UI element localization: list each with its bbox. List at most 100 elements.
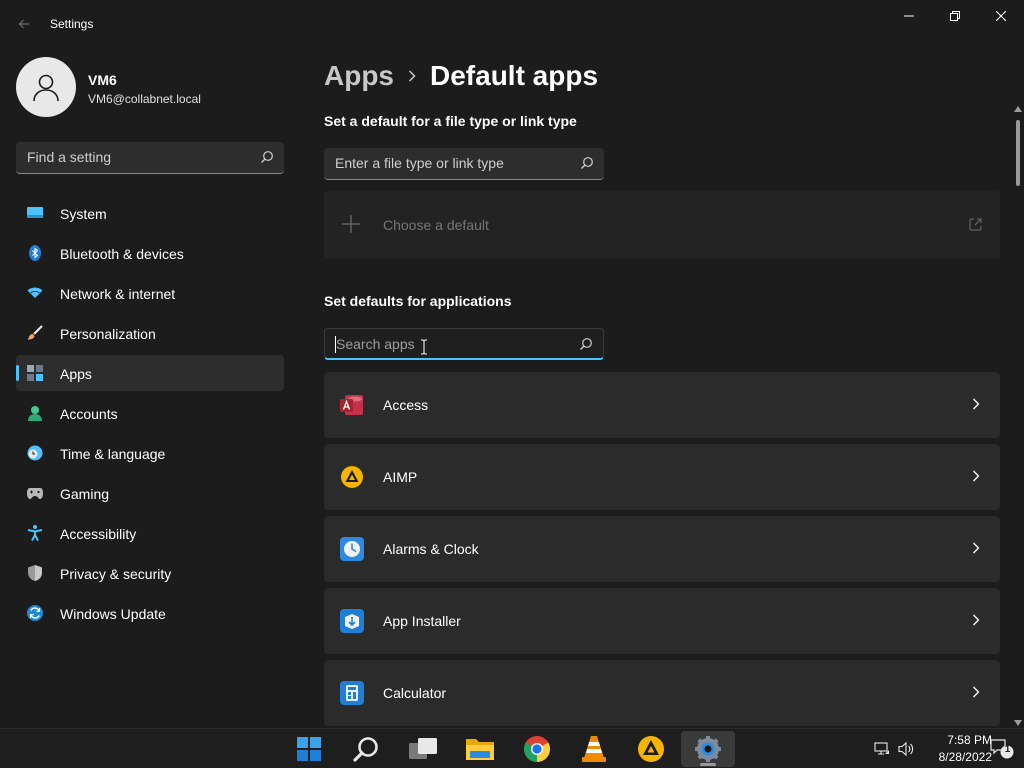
breadcrumb: Apps Default apps (324, 58, 598, 94)
restore-icon (950, 11, 960, 21)
search-icon (581, 157, 593, 169)
taskbar-settings-button[interactable] (681, 731, 735, 767)
app-name: Access (383, 397, 429, 413)
notification-center-button[interactable]: 1 (990, 739, 1014, 759)
filetype-search-box[interactable] (324, 148, 604, 180)
accounts-icon (27, 405, 43, 421)
taskbar-start-button[interactable] (282, 731, 336, 767)
app-name: AIMP (383, 469, 418, 485)
taskbar-search-button[interactable] (339, 731, 393, 767)
sidebar-item-label: Privacy & security (60, 566, 172, 582)
sidebar-item-accounts[interactable]: Accounts (16, 395, 284, 431)
filetype-search-input[interactable] (324, 148, 564, 178)
app-list-item-access[interactable]: Access (324, 372, 1000, 438)
sidebar-item-system[interactable]: System (16, 195, 284, 231)
text-caret (335, 336, 336, 353)
clock-time: 7:58 PM (947, 733, 992, 747)
selection-indicator (16, 365, 19, 381)
apps-search-input[interactable] (325, 329, 565, 359)
chrome-icon (524, 736, 551, 763)
back-arrow-icon (18, 19, 29, 29)
ibeam-cursor-icon (421, 339, 427, 355)
user-icon (33, 74, 59, 102)
sidebar-item-gaming[interactable]: Gaming (16, 475, 284, 511)
page-title: Default apps (430, 60, 599, 91)
network-icon[interactable] (874, 741, 890, 757)
brush-icon (27, 325, 43, 341)
sidebar-item-label: Bluetooth & devices (60, 246, 184, 262)
sidebar-item-label: System (60, 206, 107, 222)
scrollbar-thumb[interactable] (1016, 120, 1020, 186)
notification-count-badge: 1 (1004, 744, 1011, 755)
scroll-up-arrow-icon[interactable] (1014, 106, 1022, 112)
filetype-section-title: Set a default for a file type or link ty… (324, 113, 577, 129)
sidebar-item-personalization[interactable]: Personalization (16, 315, 284, 351)
user-name: VM6 (88, 72, 117, 88)
apps-icon (27, 365, 43, 381)
open-external-icon (969, 218, 982, 231)
app-list-item-alarms-clock[interactable]: Alarms & Clock (324, 516, 1000, 582)
chevron-right-icon (973, 686, 980, 698)
choose-default-label: Choose a default (383, 217, 489, 233)
sidebar-nav: System Bluetooth & devices Network & int… (16, 195, 284, 635)
task-view-icon (409, 738, 437, 759)
sidebar-item-network[interactable]: Network & internet (16, 275, 284, 311)
vlc-icon (582, 736, 606, 762)
app-list-item-calculator[interactable]: Calculator (324, 660, 1000, 726)
window-title: Settings (50, 17, 94, 31)
chevron-right-icon (973, 398, 980, 410)
close-button[interactable] (978, 0, 1024, 32)
breadcrumb-parent-link[interactable]: Apps (324, 60, 394, 92)
app-list-item-aimp[interactable]: AIMP (324, 444, 1000, 510)
sidebar-item-label: Network & internet (60, 286, 176, 302)
taskbar-task-view-button[interactable] (396, 731, 450, 767)
find-setting-box[interactable] (16, 142, 284, 174)
clock-date: 8/28/2022 (938, 750, 992, 764)
sidebar-item-privacy[interactable]: Privacy & security (16, 555, 284, 591)
access-icon (340, 395, 363, 415)
clock-globe-icon (27, 445, 43, 461)
sidebar-item-label: Accessibility (60, 526, 137, 542)
minimize-button[interactable] (886, 0, 932, 32)
taskbar-vlc-button[interactable] (567, 731, 621, 767)
aimp-icon (341, 466, 363, 488)
sidebar-item-bluetooth[interactable]: Bluetooth & devices (16, 235, 284, 271)
search-icon (261, 151, 273, 163)
alarms-clock-icon (340, 537, 364, 561)
content-scrollbar[interactable] (1012, 106, 1024, 726)
chevron-right-icon (973, 614, 980, 626)
chevron-right-icon (408, 70, 416, 82)
app-name: Calculator (383, 685, 447, 701)
sidebar-item-apps[interactable]: Apps (16, 355, 284, 391)
sidebar-item-accessibility[interactable]: Accessibility (16, 515, 284, 551)
restore-button[interactable] (932, 0, 978, 32)
system-icon (27, 205, 43, 221)
avatar (16, 57, 76, 117)
app-installer-icon (340, 609, 364, 633)
settings-icon (695, 736, 721, 762)
search-icon (353, 737, 378, 762)
find-setting-input[interactable] (16, 142, 246, 172)
taskbar-aimp-button[interactable] (624, 731, 678, 767)
sidebar-item-windows-update[interactable]: Windows Update (16, 595, 284, 631)
taskbar-chrome-button[interactable] (510, 731, 564, 767)
app-list-item-app-installer[interactable]: App Installer (324, 588, 1000, 654)
bluetooth-icon (27, 245, 43, 261)
search-icon (580, 338, 592, 350)
aimp-icon (638, 736, 664, 762)
sidebar-item-time-language[interactable]: Time & language (16, 435, 284, 471)
taskbar-file-explorer-button[interactable] (453, 731, 507, 767)
gamepad-icon (27, 485, 43, 501)
accessibility-icon (27, 525, 43, 541)
active-app-indicator (700, 763, 716, 766)
taskbar-clock[interactable]: 7:58 PM 8/28/2022 (908, 732, 992, 766)
app-name: Alarms & Clock (383, 541, 479, 557)
close-icon (996, 11, 1006, 21)
taskbar: 7:58 PM 8/28/2022 1 (0, 728, 1024, 768)
start-icon (297, 737, 321, 761)
back-button[interactable] (12, 12, 36, 36)
apps-search-box[interactable] (324, 328, 604, 360)
chevron-right-icon (973, 542, 980, 554)
update-icon (27, 605, 43, 621)
scroll-down-arrow-icon[interactable] (1014, 720, 1022, 726)
